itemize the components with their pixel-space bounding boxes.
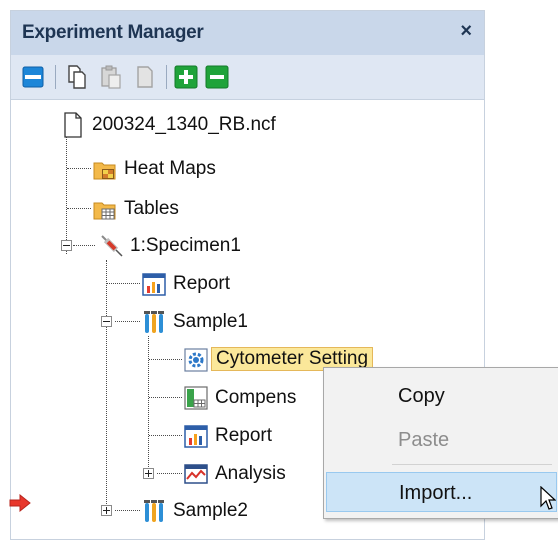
menu-separator bbox=[392, 464, 552, 465]
specimen1-collapse-toggle[interactable] bbox=[61, 240, 72, 251]
compensation-matrix-icon bbox=[184, 385, 208, 411]
document-icon[interactable] bbox=[133, 64, 157, 90]
tree-node-label: Report bbox=[173, 273, 231, 294]
tree-node-label: 200324_1340_RB.ncf bbox=[92, 114, 276, 135]
add-icon[interactable] bbox=[174, 64, 198, 90]
report-icon bbox=[184, 423, 208, 449]
menu-item-import[interactable]: Import... bbox=[326, 472, 557, 512]
test-tubes-icon bbox=[142, 309, 166, 335]
copy-icon[interactable] bbox=[65, 64, 89, 90]
panel-title-bar: Experiment Manager × bbox=[11, 11, 484, 55]
panel-title: Experiment Manager bbox=[22, 22, 204, 43]
toolbar bbox=[11, 55, 484, 100]
menu-item-paste[interactable]: Paste bbox=[326, 420, 555, 458]
tree-node-label: 1:Specimen1 bbox=[130, 235, 241, 256]
tree-node-label: Compens bbox=[215, 387, 297, 408]
menu-item-label: Paste bbox=[398, 429, 450, 451]
close-icon[interactable]: × bbox=[460, 20, 472, 43]
syringe-icon bbox=[99, 233, 123, 259]
context-menu: Copy Paste Import... bbox=[323, 367, 558, 519]
paste-icon[interactable] bbox=[99, 64, 123, 90]
remove-icon[interactable] bbox=[205, 64, 229, 90]
analysis-icon bbox=[184, 461, 208, 487]
tree-node-label: Report bbox=[215, 425, 273, 446]
layout-panel-icon[interactable] bbox=[21, 64, 45, 90]
arrow-right-icon bbox=[9, 493, 31, 517]
analysis-expand-toggle[interactable] bbox=[143, 468, 154, 479]
tree-node-label: Sample2 bbox=[173, 500, 248, 521]
menu-item-label: Copy bbox=[398, 385, 445, 407]
tree-node-label: Tables bbox=[124, 198, 179, 219]
toolbar-separator bbox=[55, 65, 56, 89]
sample2-expand-toggle[interactable] bbox=[101, 505, 112, 516]
tree-node-label: Heat Maps bbox=[124, 158, 216, 179]
cytometer-settings-icon bbox=[184, 347, 208, 373]
toolbar-separator bbox=[166, 65, 167, 89]
menu-item-label: Import... bbox=[399, 482, 473, 504]
tree-node-label: Analysis bbox=[215, 463, 286, 484]
report-icon bbox=[142, 271, 166, 297]
tree-node-label: Sample1 bbox=[173, 311, 248, 332]
test-tubes-icon bbox=[142, 498, 166, 524]
heat-map-folder-icon bbox=[93, 156, 117, 182]
menu-item-copy[interactable]: Copy bbox=[326, 376, 555, 414]
mouse-pointer-icon bbox=[540, 485, 557, 517]
table-folder-icon bbox=[93, 196, 117, 222]
file-icon bbox=[61, 112, 85, 138]
sample1-collapse-toggle[interactable] bbox=[101, 316, 112, 327]
